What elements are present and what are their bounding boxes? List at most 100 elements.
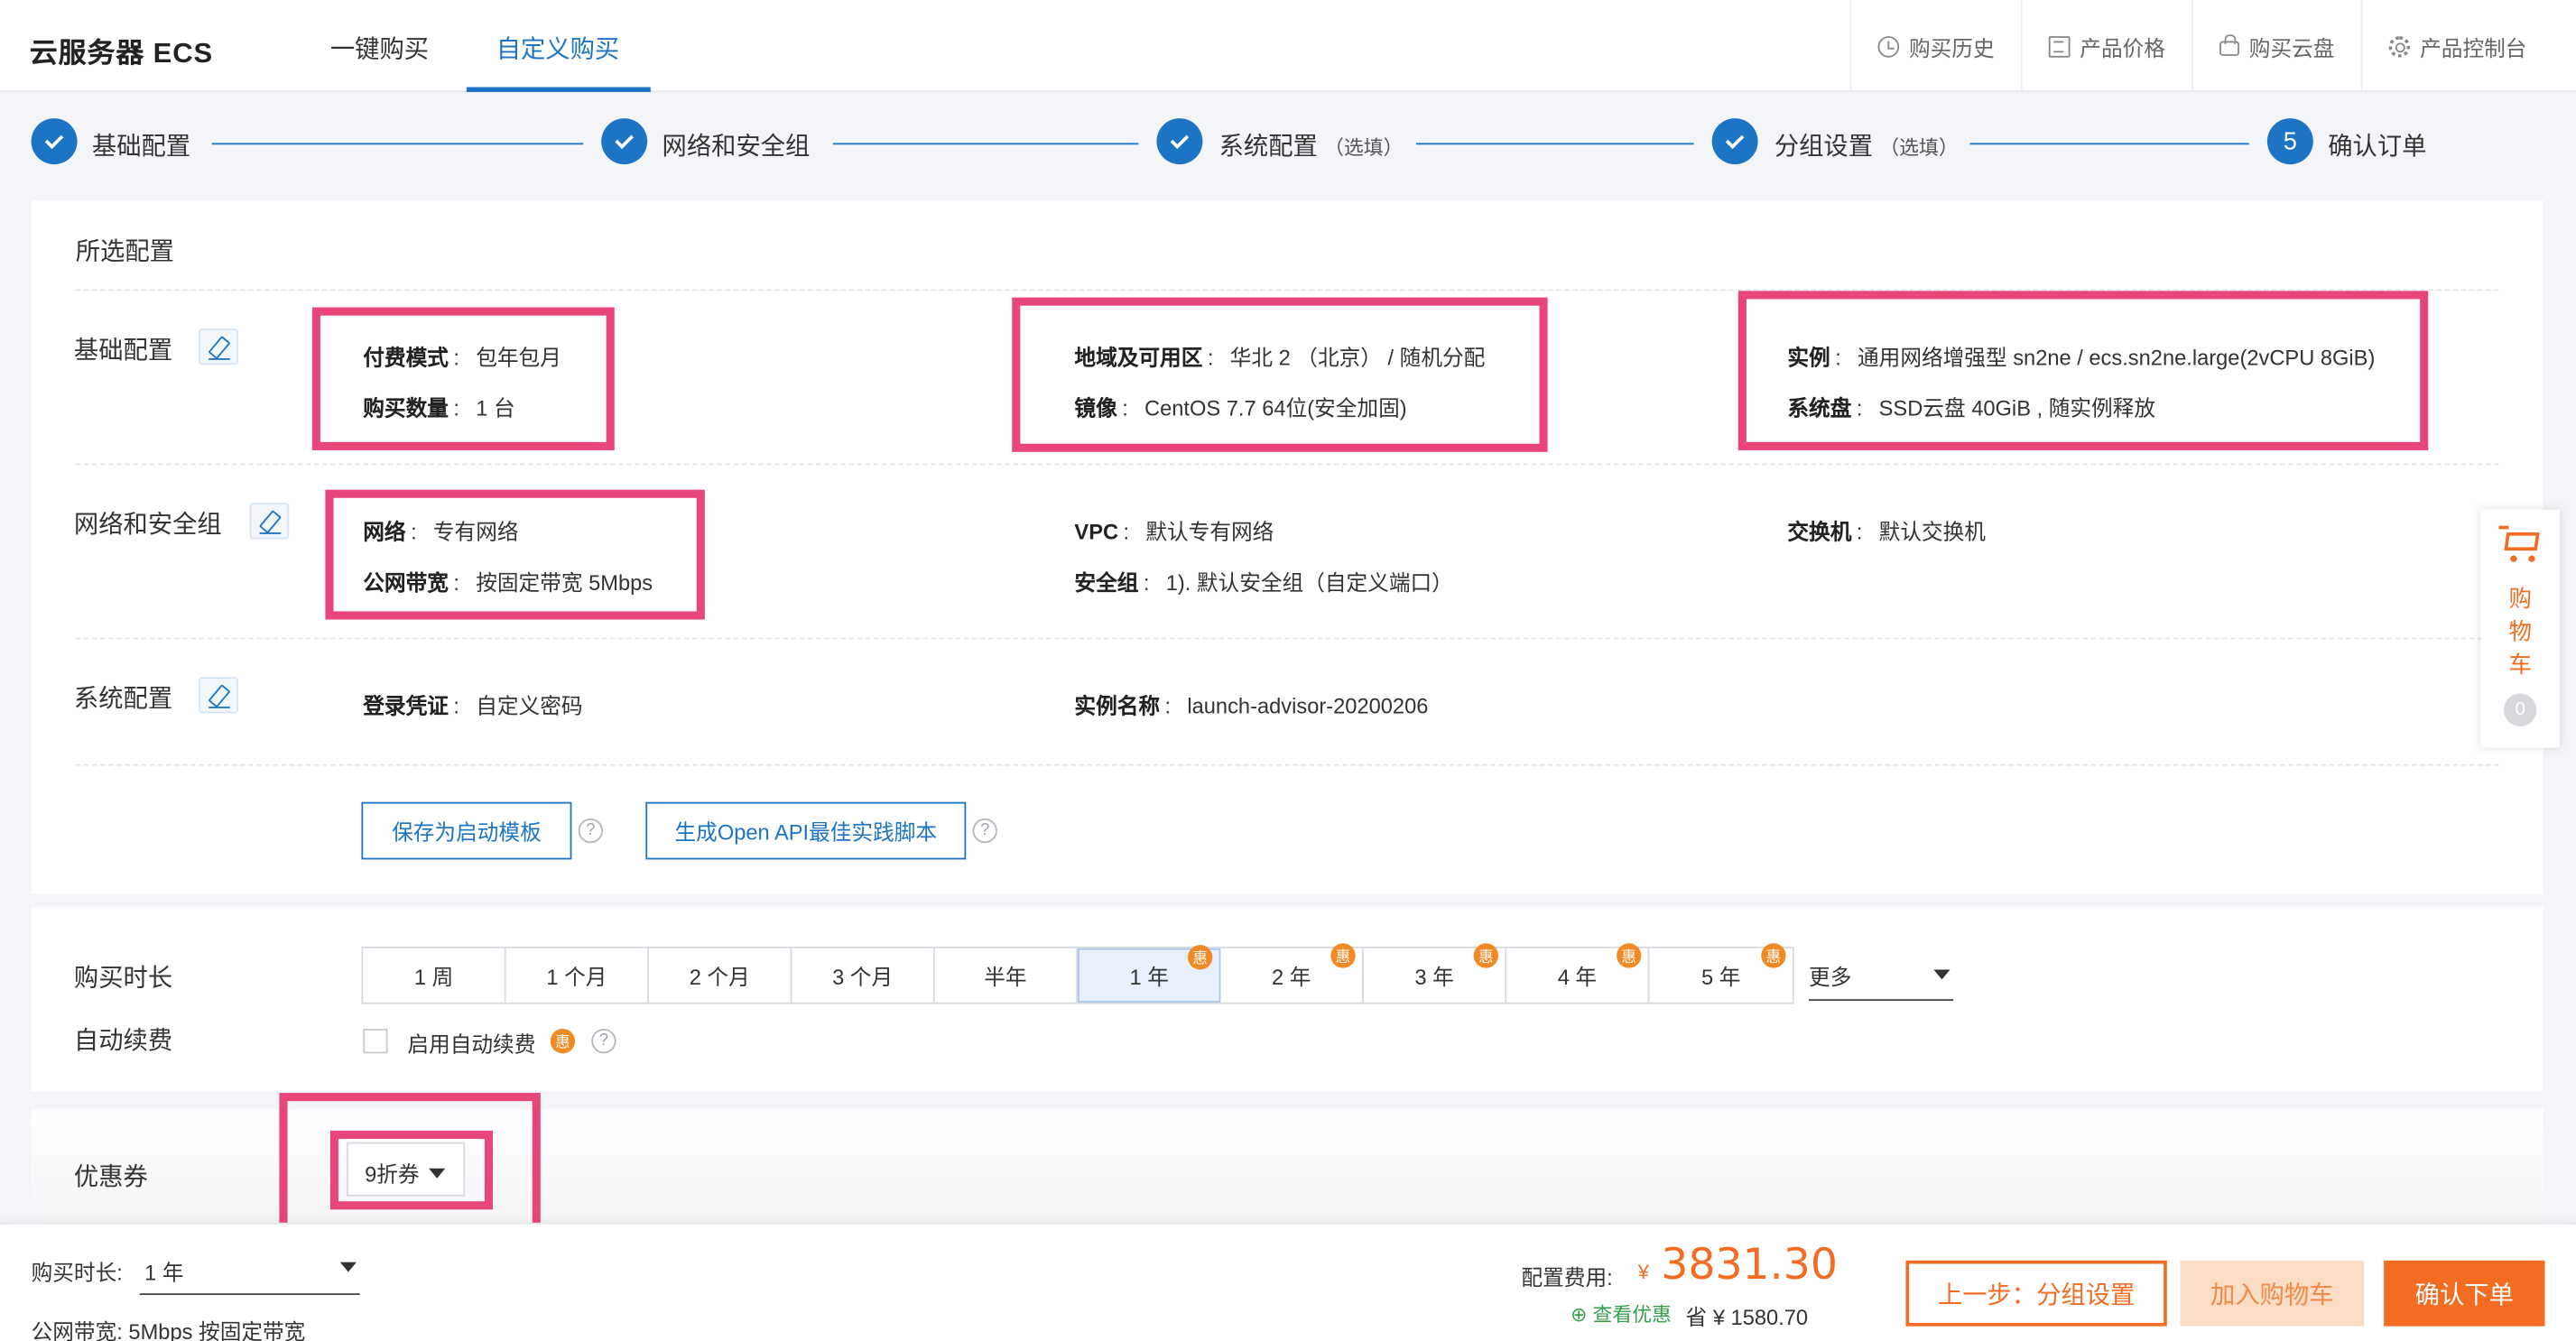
login-credential: 登录凭证: 自定义密码 [363, 693, 583, 718]
bottom-bar: 购买时长: 1 年 公网带宽: 5Mbps 按固定带宽 配置费用: ¥ 3831… [0, 1222, 2576, 1341]
savings: 省 ¥ 1580.70 [1685, 1304, 1809, 1330]
vswitch: 交换机: 默认交换机 [1787, 519, 1986, 544]
highlight-box [329, 1130, 494, 1210]
highlight-box [311, 307, 615, 450]
disk-icon [2219, 34, 2239, 56]
duration-panel: 购买时长 1 周 1 个月 2 个月 3 个月 半年 1 年惠 2 年惠 3 年… [31, 907, 2544, 1092]
highlight-box [1012, 297, 1548, 452]
auto-renew-checkbox[interactable] [363, 1029, 388, 1054]
chevron-down-icon [1933, 969, 1951, 980]
link-label: 购买云盘 [2248, 35, 2335, 60]
discount-badge: 惠 [1761, 943, 1786, 968]
auto-renew-option-label: 启用自动续费 [407, 1031, 536, 1057]
cart-icon [2498, 525, 2542, 562]
duration-option-selected[interactable]: 1 年惠 [1078, 945, 1221, 1003]
duration-option[interactable]: 5 年惠 [1649, 943, 1792, 1003]
highlight-box [325, 489, 705, 620]
help-icon[interactable]: ? [972, 818, 997, 844]
duration-option[interactable]: 4 年惠 [1506, 943, 1650, 1003]
duration-option[interactable]: 2 个月 [649, 948, 792, 1003]
step-2-check-icon [601, 118, 648, 165]
bottom-duration-label: 购买时长: [31, 1260, 123, 1286]
step-3-label[interactable]: 系统配置 （选填） [1219, 128, 1404, 162]
edit-system-button[interactable] [199, 677, 238, 714]
brand-title: 云服务器 ECS [29, 37, 214, 69]
instance-name: 实例名称: launch-advisor-20200206 [1074, 693, 1429, 718]
auto-renew-label: 自动续费 [73, 1027, 173, 1056]
link-label: 产品价格 [2080, 35, 2165, 60]
summary-title: 所选配置 [75, 238, 174, 267]
more-label: 更多 [1809, 964, 1852, 990]
save-template-button[interactable]: 保存为启动模板 [361, 801, 572, 860]
tab-quick-buy[interactable]: 一键购买 [330, 32, 429, 66]
link-buy-disk[interactable]: 购买云盘 [2191, 0, 2361, 92]
link-product-price[interactable]: 产品价格 [2020, 0, 2191, 92]
gift-icon: ⊕ [1571, 1303, 1588, 1327]
side-cart-label: 购 物 车 [2508, 585, 2532, 678]
step-connector [1969, 143, 2249, 145]
duration-option[interactable]: 1 周 [363, 948, 506, 1003]
help-icon[interactable]: ? [591, 1029, 616, 1054]
add-to-cart-button[interactable]: 加入购物车 [2180, 1260, 2365, 1327]
link-label: 产品控制台 [2420, 35, 2527, 60]
vpc: VPC: 默认专有网络 [1074, 519, 1274, 544]
link-console[interactable]: 产品控制台 [2360, 0, 2576, 92]
chevron-down-icon [339, 1262, 357, 1272]
step-2-label[interactable]: 网络和安全组 [663, 128, 811, 162]
step-4-label[interactable]: 分组设置 （选填） [1774, 128, 1959, 162]
highlight-box [1737, 291, 2429, 450]
discount-badge: 惠 [1188, 945, 1213, 970]
duration-option[interactable]: 3 年惠 [1364, 943, 1507, 1003]
clock-icon [1877, 35, 1900, 57]
discount-badge: 惠 [1473, 943, 1499, 968]
view-discount-link[interactable]: ⊕ 查看优惠 [1571, 1299, 1672, 1327]
discount-badge: 惠 [1330, 943, 1356, 968]
help-icon[interactable]: ? [578, 818, 604, 844]
network-config-label: 网络和安全组 [73, 511, 222, 540]
divider [75, 463, 2499, 466]
bottom-duration-value: 1 年 [144, 1260, 184, 1286]
top-bar: 云服务器 ECS 一键购买 自定义购买 购买历史 产品价格 购买云盘 产品控制台 [0, 0, 2576, 92]
bottom-duration-select[interactable]: 1 年 [139, 1244, 360, 1296]
step-1-label[interactable]: 基础配置 [92, 128, 190, 162]
document-icon [2048, 35, 2071, 57]
step-connector [1416, 143, 1694, 145]
more-duration-select[interactable]: 更多 [1809, 953, 1954, 1002]
divider [75, 763, 2499, 766]
basic-config-label: 基础配置 [73, 337, 173, 365]
top-links: 购买历史 产品价格 购买云盘 产品控制台 [1849, 0, 2576, 92]
step-progress: 基础配置 网络和安全组 系统配置 （选填） 分组设置 （选填） 5 确认订单 [0, 92, 2576, 200]
duration-option[interactable]: 3 个月 [792, 948, 935, 1003]
duration-option[interactable]: 1 个月 [506, 948, 649, 1003]
previous-step-button[interactable]: 上一步：分组设置 [1905, 1260, 2167, 1327]
system-config-label: 系统配置 [73, 685, 173, 714]
duration-option[interactable]: 半年 [935, 948, 1079, 1003]
step-connector [832, 143, 1139, 145]
gear-icon [2388, 35, 2411, 57]
step-1-check-icon [31, 118, 78, 165]
side-cart[interactable]: 购 物 车 0 [2480, 509, 2560, 748]
total-price: 3831.30 [1661, 1240, 1838, 1290]
step-4-check-icon [1711, 118, 1758, 165]
step-connector [211, 143, 584, 145]
edit-basic-button[interactable] [199, 328, 238, 365]
edit-network-button[interactable] [249, 503, 290, 540]
fee-label: 配置费用: [1521, 1265, 1613, 1290]
generate-api-script-button[interactable]: 生成Open API最佳实践脚本 [645, 801, 967, 860]
link-purchase-history[interactable]: 购买历史 [1849, 0, 2020, 92]
discount-badge: 惠 [1617, 943, 1642, 968]
divider [75, 637, 2499, 640]
duration-options: 1 周 1 个月 2 个月 3 个月 半年 1 年惠 2 年惠 3 年惠 4 年… [361, 943, 1794, 1004]
bottom-bandwidth: 公网带宽: 5Mbps 按固定带宽 [31, 1319, 306, 1341]
security-group: 安全组:1). 默认安全组（自定义端口） [1074, 569, 1453, 596]
step-5-number: 5 [2266, 118, 2313, 165]
cart-count-badge: 0 [2503, 693, 2537, 726]
duration-label: 购买时长 [73, 964, 173, 993]
step-3-check-icon [1156, 118, 1203, 165]
tab-custom-buy[interactable]: 自定义购买 [496, 32, 620, 66]
step-5-label: 确认订单 [2328, 133, 2427, 162]
duration-option[interactable]: 2 年惠 [1220, 943, 1364, 1003]
confirm-order-button[interactable]: 确认下单 [2384, 1260, 2545, 1327]
coupon-label: 优惠券 [73, 1163, 148, 1192]
price-currency: ¥ [1637, 1260, 1649, 1284]
